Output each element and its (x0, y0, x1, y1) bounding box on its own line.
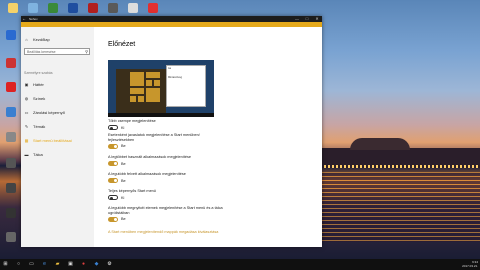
preview-dialog-text: Aa (168, 67, 172, 70)
home-icon: ⌂ (25, 36, 28, 42)
search-input[interactable]: Beállítás keresése ⚲ (24, 48, 90, 55)
file-explorer-icon[interactable]: ▰ (53, 260, 62, 269)
option-fullscreen-start: Teljes képernyős Start menü Ki (108, 189, 308, 200)
sidebar-item-label: Start menü beállításai (33, 137, 72, 143)
preview-taskbar (108, 113, 214, 117)
app-icon[interactable]: ● (79, 260, 88, 269)
toggle-switch[interactable] (108, 216, 118, 222)
sidebar-item-label: Tálca (33, 151, 43, 157)
settings-window: ← Néhov — □ ✕ ⌂ Kezdőlap Beállítás keres… (21, 16, 322, 247)
image-icon: ▣ (24, 81, 29, 87)
desktop-icon-app[interactable] (24, 3, 42, 13)
desktop-icon-folder[interactable] (4, 3, 22, 13)
sidebar-item-home[interactable]: ⌂ Kezdőlap (24, 36, 50, 42)
river-reflection (320, 172, 480, 242)
desktop-icon-app[interactable] (2, 158, 20, 168)
lock-screen-icon: ▭ (24, 109, 29, 115)
option-label: Esetenként javaslatok megjelenítése a St… (108, 133, 200, 142)
taskbar: ⊞ ○ ▭ e ▰ ▣ ● ◆ ⚙ 9:34 2017.03.21. (0, 259, 480, 270)
toggle-state: Be (121, 217, 126, 221)
toggle-switch[interactable] (108, 178, 118, 183)
option-label: A legtöbbet használt alkalmazások megjel… (108, 155, 191, 159)
desktop-icon-app[interactable] (104, 3, 122, 13)
desktop-icon-app[interactable] (2, 183, 20, 193)
toggle-state: Be (121, 178, 126, 183)
desktop-icon-app[interactable] (44, 3, 62, 13)
desktop-icon-app[interactable] (2, 132, 20, 142)
sidebar: ⌂ Kezdőlap Beállítás keresése ⚲ Személyr… (21, 27, 94, 247)
sidebar-item-label: Témák (33, 123, 46, 129)
desktop-icon-app[interactable] (2, 58, 20, 68)
palette-icon: ◍ (24, 95, 29, 101)
toggle-switch[interactable] (108, 125, 118, 130)
city-lights (320, 165, 480, 168)
toggle-switch[interactable] (108, 195, 118, 200)
sidebar-item-taskbar[interactable]: ▬ Tálca (24, 151, 43, 157)
option-recent-items: A legutóbb megnyitott elemek megjeleníté… (108, 206, 308, 222)
preview-dialog-text: Mintaszöveg (168, 76, 183, 79)
preview-dialog: Aa Mintaszöveg (166, 65, 206, 107)
desktop-icon-app[interactable] (2, 82, 20, 92)
desktop-icon-app[interactable] (2, 107, 20, 117)
desktop-icon-app[interactable] (2, 208, 20, 218)
desktop-icon-app[interactable] (124, 3, 142, 13)
toggle-state: Ki (121, 125, 125, 130)
start-menu-preview: Aa Mintaszöveg (108, 60, 214, 117)
search-placeholder: Beállítás keresése (27, 50, 56, 54)
toggle-state: Be (121, 144, 126, 148)
clock[interactable]: 9:34 2017.03.21. (462, 260, 478, 268)
sidebar-item-colors[interactable]: ◍ Színek (24, 95, 45, 101)
task-view-icon[interactable]: ▭ (27, 260, 36, 269)
sidebar-item-label: Háttér (33, 81, 44, 87)
option-suggestions: Esetenként javaslatok megjelenítése a St… (108, 133, 308, 149)
sidebar-item-themes[interactable]: ✎ Témák (24, 123, 45, 129)
option-label: A legutóbb felvett alkalmazások megjelen… (108, 172, 186, 176)
option-label: A legutóbb megnyitott elemek megjeleníté… (108, 206, 223, 215)
sidebar-item-start[interactable]: ▦ Start menü beállításai (24, 137, 72, 143)
toggle-state: Be (121, 161, 126, 166)
start-button-icon[interactable]: ⊞ (1, 260, 10, 269)
desktop-icon-app[interactable] (2, 30, 20, 40)
sidebar-item-label: Kezdőlap (33, 36, 50, 42)
clock-date: 2017.03.21. (462, 264, 478, 268)
store-icon[interactable]: ▣ (66, 260, 75, 269)
sidebar-item-lock-screen[interactable]: ▭ Zárolási képernyő (24, 109, 65, 115)
search-icon: ⚲ (85, 49, 88, 54)
toggle-state: Ki (121, 195, 125, 200)
toggle-switch[interactable] (108, 143, 118, 149)
option-most-used: A legtöbbet használt alkalmazások megjel… (108, 155, 308, 166)
option-recently-added: A legutóbb felvett alkalmazások megjelen… (108, 172, 308, 183)
sidebar-item-label: Zárolási képernyő (33, 109, 65, 115)
edge-icon[interactable]: e (40, 260, 49, 269)
desktop-icon-app[interactable] (144, 3, 162, 13)
option-label: Több csempe megjelenítése (108, 119, 156, 123)
toggle-switch[interactable] (108, 161, 118, 166)
desktop-icon-app[interactable] (64, 3, 82, 13)
choose-folders-link[interactable]: A Start menüben megjelenítendő mappák me… (108, 230, 218, 234)
content-pane: Előnézet Aa Mintaszöveg Több csempe megj… (94, 27, 322, 247)
sidebar-item-label: Színek (33, 95, 46, 101)
brush-icon: ✎ (24, 123, 29, 129)
page-title: Előnézet (108, 41, 136, 48)
settings-gear-icon[interactable]: ⚙ (105, 260, 114, 269)
desktop-icon-app[interactable] (2, 232, 20, 242)
preview-start-menu (116, 69, 166, 117)
app-icon[interactable]: ◆ (92, 260, 101, 269)
start-icon: ▦ (24, 137, 29, 143)
option-label: Teljes képernyős Start menü (108, 189, 156, 193)
window-title: Néhov (29, 17, 38, 21)
sidebar-item-background[interactable]: ▣ Háttér (24, 81, 44, 87)
option-more-tiles: Több csempe megjelenítése Ki (108, 119, 308, 130)
search-icon[interactable]: ○ (14, 260, 23, 269)
taskbar-icon: ▬ (24, 151, 29, 157)
desktop-icon-app[interactable] (84, 3, 102, 13)
sidebar-group-label: Személyre szabás (24, 71, 53, 75)
